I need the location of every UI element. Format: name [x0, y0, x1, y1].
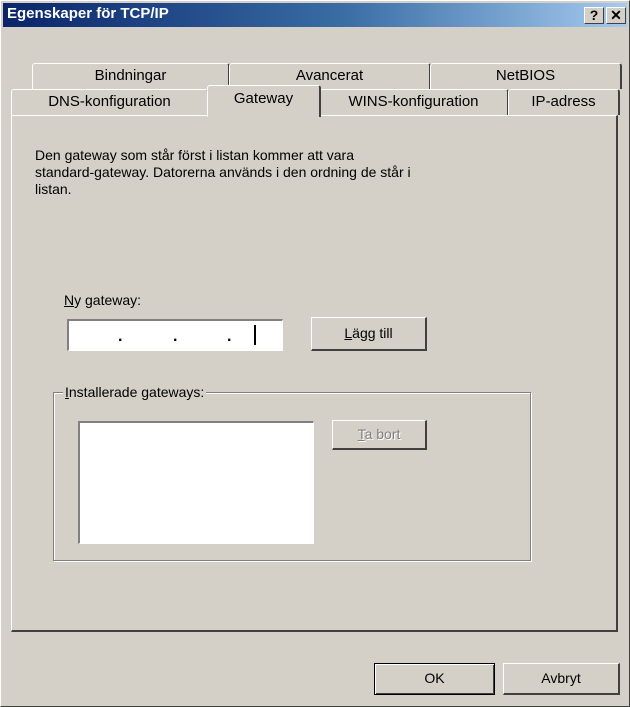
properties-dialog: Egenskaper för TCP/IP ? ✕ Bindningar Ava…	[0, 0, 630, 707]
close-icon: ✕	[610, 7, 622, 23]
description-line-1: Den gateway som står först i listan komm…	[35, 147, 354, 163]
ip-separator: .	[227, 328, 232, 345]
installed-gateways-label: Installerade gateways:	[63, 384, 207, 401]
tab-dns-konfiguration[interactable]: DNS-konfiguration	[11, 89, 209, 115]
title-bar[interactable]: Egenskaper för TCP/IP ? ✕	[3, 3, 627, 27]
cancel-button[interactable]: Avbryt	[503, 663, 620, 695]
installed-gateways-list[interactable]	[78, 421, 314, 544]
add-gateway-button[interactable]: Lägg till	[311, 317, 427, 351]
tab-netbios[interactable]: NetBIOS	[430, 63, 622, 89]
close-button[interactable]: ✕	[606, 7, 626, 24]
description-line-3: listan.	[35, 181, 72, 197]
window-title: Egenskaper för TCP/IP	[7, 5, 169, 22]
help-button[interactable]: ?	[584, 7, 604, 24]
description-line-2: standard-gateway. Datorerna används i de…	[35, 164, 411, 180]
tab-gateway[interactable]: Gateway	[207, 85, 321, 117]
tab-ip-adress[interactable]: IP-adress	[508, 89, 620, 115]
text-caret	[254, 325, 256, 345]
tab-wins-konfiguration[interactable]: WINS-konfiguration	[319, 89, 509, 115]
tab-bindningar[interactable]: Bindningar	[32, 63, 230, 89]
gateway-ip-input[interactable]: . . . . . .	[67, 319, 283, 351]
ip-separator: .	[173, 328, 178, 345]
remove-gateway-button: Ta bort	[332, 420, 427, 450]
ok-button[interactable]: OK	[374, 663, 495, 695]
ip-separator: .	[118, 328, 123, 345]
new-gateway-label: Ny gateway:	[64, 292, 142, 308]
